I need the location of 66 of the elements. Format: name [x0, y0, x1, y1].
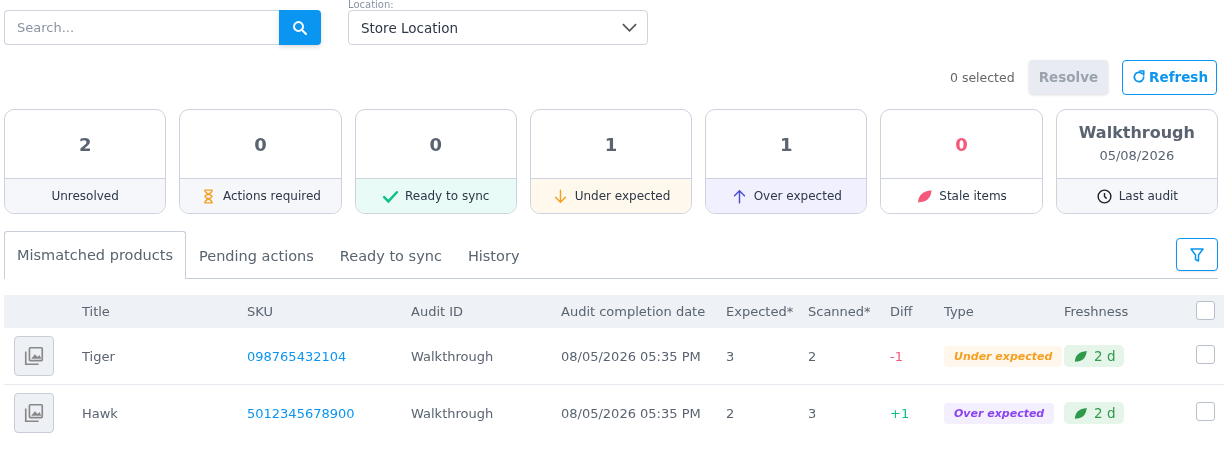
column-header: Type: [940, 295, 1060, 328]
table-cell: Walkthrough: [411, 348, 494, 364]
table-cell: 3: [726, 348, 735, 364]
stat-value: 1: [780, 133, 793, 155]
search-button[interactable]: [279, 10, 321, 45]
stat-label: Last audit: [1118, 189, 1179, 203]
table-cell: 2: [726, 405, 735, 421]
row-checkbox[interactable]: [1196, 402, 1215, 421]
leaf-icon: [1073, 405, 1088, 421]
location-label: Location:: [348, 0, 395, 10]
search-icon: [291, 18, 309, 37]
clock-icon: [1095, 187, 1113, 205]
column-header: SKU: [243, 295, 407, 328]
stat-value: Walkthrough: [1078, 122, 1195, 142]
stat-value: 0: [254, 133, 267, 155]
filter-icon: [1188, 245, 1206, 264]
stat-value: 2: [78, 133, 92, 155]
stat-label: Unresolved: [51, 189, 119, 203]
stat-label: Actions required: [222, 189, 321, 203]
diff-value: -1: [890, 348, 903, 364]
stat-value: 0: [429, 133, 442, 155]
stat-label: Stale items: [939, 189, 1007, 203]
column-header: Expected*: [722, 295, 804, 328]
row-checkbox[interactable]: [1196, 345, 1215, 364]
stat-label: Ready to sync: [404, 189, 490, 203]
leaf-icon: [916, 187, 934, 205]
image-icon: [23, 345, 45, 367]
tab[interactable]: Pending actions: [186, 232, 327, 279]
column-header: Audit completion date: [557, 295, 722, 328]
freshness-badge: 2 d: [1064, 402, 1125, 424]
column-header: Audit ID: [407, 295, 557, 328]
selected-count: 0 selected: [949, 69, 1015, 85]
diff-value: +1: [890, 405, 910, 421]
column-header: Scanned*: [804, 295, 886, 328]
tab[interactable]: Ready to sync: [326, 232, 455, 279]
sku-link[interactable]: 098765432104: [247, 348, 347, 364]
type-badge: Under expected: [944, 345, 1063, 367]
stat-value: 1: [604, 133, 618, 155]
sku-link[interactable]: 5012345678900: [247, 405, 355, 421]
table-cell: Walkthrough: [411, 405, 494, 421]
column-header: Title: [78, 295, 243, 328]
table-cell: 3: [808, 405, 817, 421]
filter-button[interactable]: [1176, 238, 1218, 271]
stat-label: Over expected: [753, 189, 842, 203]
stat-label: Under expected: [574, 189, 671, 203]
location-select[interactable]: Store Location: [348, 10, 648, 45]
stat-value: 0: [955, 133, 968, 155]
tab[interactable]: Mismatched products: [4, 231, 186, 279]
table-cell: 08/05/2026 05:35 PM: [561, 405, 701, 421]
column-header: Freshness: [1060, 295, 1192, 328]
stat-date: 05/08/2026: [1099, 147, 1175, 163]
tab[interactable]: History: [454, 232, 533, 279]
table-cell: 08/05/2026 05:35 PM: [561, 348, 701, 364]
select-all-checkbox[interactable]: [1196, 300, 1215, 320]
search-field[interactable]: Search...: [4, 10, 279, 45]
leaf-icon: [1073, 348, 1088, 364]
image-icon: [23, 402, 45, 424]
refresh-icon: [1131, 69, 1148, 85]
refresh-button[interactable]: Refresh: [1122, 59, 1217, 95]
type-badge: Over expected: [944, 402, 1055, 424]
table-cell: Tiger: [82, 348, 115, 364]
chevron-down-icon: [622, 23, 637, 32]
table-cell: Hawk: [82, 405, 118, 421]
table-cell: 2: [808, 348, 817, 364]
freshness-badge: 2 d: [1064, 345, 1125, 367]
column-header: Diff: [886, 295, 940, 328]
